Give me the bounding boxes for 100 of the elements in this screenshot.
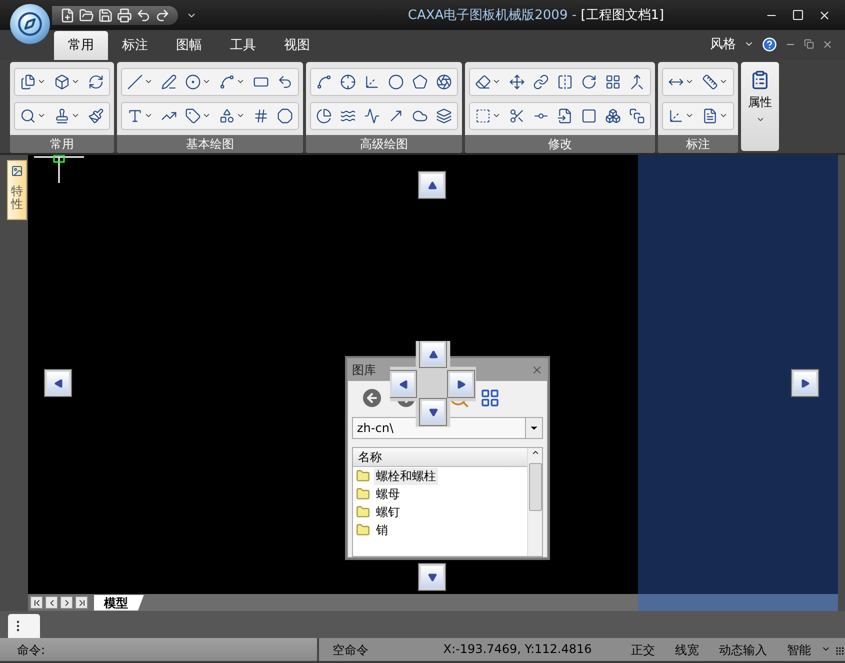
cube-icon bbox=[54, 74, 70, 90]
coordinates: X:-193.7469, Y:112.4816 bbox=[443, 641, 593, 658]
eraser-icon bbox=[475, 74, 491, 90]
line-icon bbox=[127, 74, 143, 90]
printer-icon[interactable] bbox=[117, 8, 132, 22]
column-header[interactable]: 名称 bbox=[353, 448, 527, 467]
save-icon[interactable] bbox=[98, 8, 113, 22]
item-label: 螺母 bbox=[375, 486, 401, 502]
circle-icon bbox=[185, 74, 201, 90]
nav-button[interactable] bbox=[60, 596, 73, 609]
path-combobox[interactable]: zh-cn\ bbox=[352, 417, 543, 439]
tag-icon bbox=[185, 108, 201, 124]
move-icon bbox=[509, 74, 525, 90]
scrollbar[interactable] bbox=[527, 448, 542, 556]
back-icon[interactable] bbox=[360, 386, 384, 410]
dock-guide-button[interactable] bbox=[45, 370, 71, 396]
brush-icon bbox=[88, 108, 104, 124]
square-icon bbox=[581, 108, 597, 124]
pentagon-tool[interactable] bbox=[410, 74, 430, 90]
caret-icon bbox=[492, 111, 501, 120]
caret-icon bbox=[37, 77, 46, 86]
break-line-icon bbox=[364, 108, 380, 124]
group-label: 修改 bbox=[465, 135, 655, 153]
axis-icon bbox=[364, 74, 380, 90]
nav-button[interactable] bbox=[75, 596, 88, 609]
curve-icon bbox=[277, 74, 293, 90]
dock-guide-button[interactable] bbox=[419, 172, 445, 198]
layers-tool[interactable] bbox=[434, 108, 454, 124]
ribbon-tab[interactable]: 常用 bbox=[54, 31, 108, 60]
dock-guide-button[interactable] bbox=[420, 399, 446, 425]
dock-guide-button[interactable] bbox=[390, 371, 416, 397]
list-item[interactable]: 螺钉 bbox=[353, 503, 527, 521]
undo-icon[interactable] bbox=[136, 8, 151, 22]
coordinate-icon bbox=[668, 108, 684, 124]
move-tool[interactable] bbox=[507, 74, 527, 90]
app-title: CAXA电子图板机械版2009 - bbox=[408, 8, 578, 23]
folder-icon bbox=[356, 523, 370, 537]
document-icon bbox=[702, 108, 718, 124]
list-item[interactable]: 销 bbox=[353, 521, 527, 539]
status-toggle[interactable]: 正交 bbox=[621, 638, 666, 661]
status-toggle[interactable]: 智能 bbox=[777, 638, 822, 661]
triangle-icon bbox=[428, 408, 438, 416]
triangle-icon bbox=[398, 380, 408, 388]
group-label: 常用 bbox=[10, 135, 114, 153]
ribbon-tab[interactable]: 标注 bbox=[108, 31, 162, 60]
brush-tool[interactable] bbox=[86, 108, 106, 124]
style-menu[interactable]: 风格 bbox=[710, 35, 736, 53]
layout-tab[interactable]: 模型 bbox=[94, 594, 144, 610]
side-tab[interactable]: 特性 bbox=[7, 160, 27, 220]
group-label: 基本绘图 bbox=[117, 135, 303, 153]
dock-guide-button[interactable] bbox=[792, 370, 818, 396]
status-toggle[interactable]: 动态输入 bbox=[709, 638, 778, 661]
command-tab[interactable] bbox=[8, 614, 40, 638]
property-label: 属性 bbox=[748, 94, 772, 111]
shapes-icon bbox=[219, 108, 235, 124]
zoom-icon bbox=[20, 108, 36, 124]
mirror-icon bbox=[557, 74, 573, 90]
crosshair-icon bbox=[340, 74, 356, 90]
list-item[interactable]: 螺栓和螺柱 bbox=[353, 467, 527, 485]
side-tab-label: 特性 bbox=[11, 185, 23, 212]
octagon-tool[interactable] bbox=[275, 108, 295, 124]
ribbon-tab[interactable]: 工具 bbox=[216, 31, 270, 60]
maximize-icon[interactable] bbox=[792, 8, 804, 20]
status-toggle[interactable]: 线宽 bbox=[665, 638, 710, 661]
new-file-icon[interactable] bbox=[60, 8, 75, 22]
square-stack-tool[interactable] bbox=[627, 108, 647, 124]
boxes-icon bbox=[605, 108, 621, 124]
ribbon-tab[interactable]: 视图 bbox=[270, 31, 324, 60]
link-tool[interactable] bbox=[531, 74, 551, 90]
crosshair-tool[interactable] bbox=[338, 74, 358, 90]
aperture-tool[interactable] bbox=[434, 74, 454, 90]
caret-icon bbox=[719, 111, 728, 120]
hatch-icon bbox=[253, 108, 269, 124]
dock-guide-button[interactable] bbox=[420, 341, 446, 367]
caret-icon bbox=[202, 111, 211, 120]
ribbon-tab[interactable]: 图幅 bbox=[162, 31, 216, 60]
app-logo-button[interactable] bbox=[10, 4, 50, 44]
grid-view-icon[interactable] bbox=[480, 388, 500, 408]
boxes-tool[interactable] bbox=[603, 108, 623, 124]
pie-tool[interactable] bbox=[314, 108, 334, 124]
list-item[interactable]: 螺母 bbox=[353, 485, 527, 503]
ellipse-tool[interactable] bbox=[386, 74, 406, 90]
folder-icon[interactable] bbox=[79, 8, 94, 22]
nav-button[interactable] bbox=[30, 596, 43, 609]
nav-button[interactable] bbox=[45, 596, 58, 609]
dock-guide-button[interactable] bbox=[419, 564, 445, 590]
caret-icon bbox=[71, 77, 80, 86]
first-icon bbox=[32, 598, 42, 608]
redo-icon[interactable] bbox=[155, 8, 170, 22]
dock-guide-button[interactable] bbox=[448, 371, 474, 397]
pie-icon bbox=[316, 108, 332, 124]
close-icon[interactable] bbox=[818, 8, 831, 22]
help-icon[interactable] bbox=[762, 36, 777, 52]
property-button[interactable]: 属性 bbox=[741, 62, 779, 151]
break-line-tool[interactable] bbox=[362, 108, 382, 124]
last-icon bbox=[76, 598, 86, 608]
caret-icon bbox=[236, 77, 245, 86]
folder-icon bbox=[356, 487, 370, 501]
caret-icon bbox=[144, 77, 153, 86]
restore-icon[interactable] bbox=[804, 39, 814, 49]
